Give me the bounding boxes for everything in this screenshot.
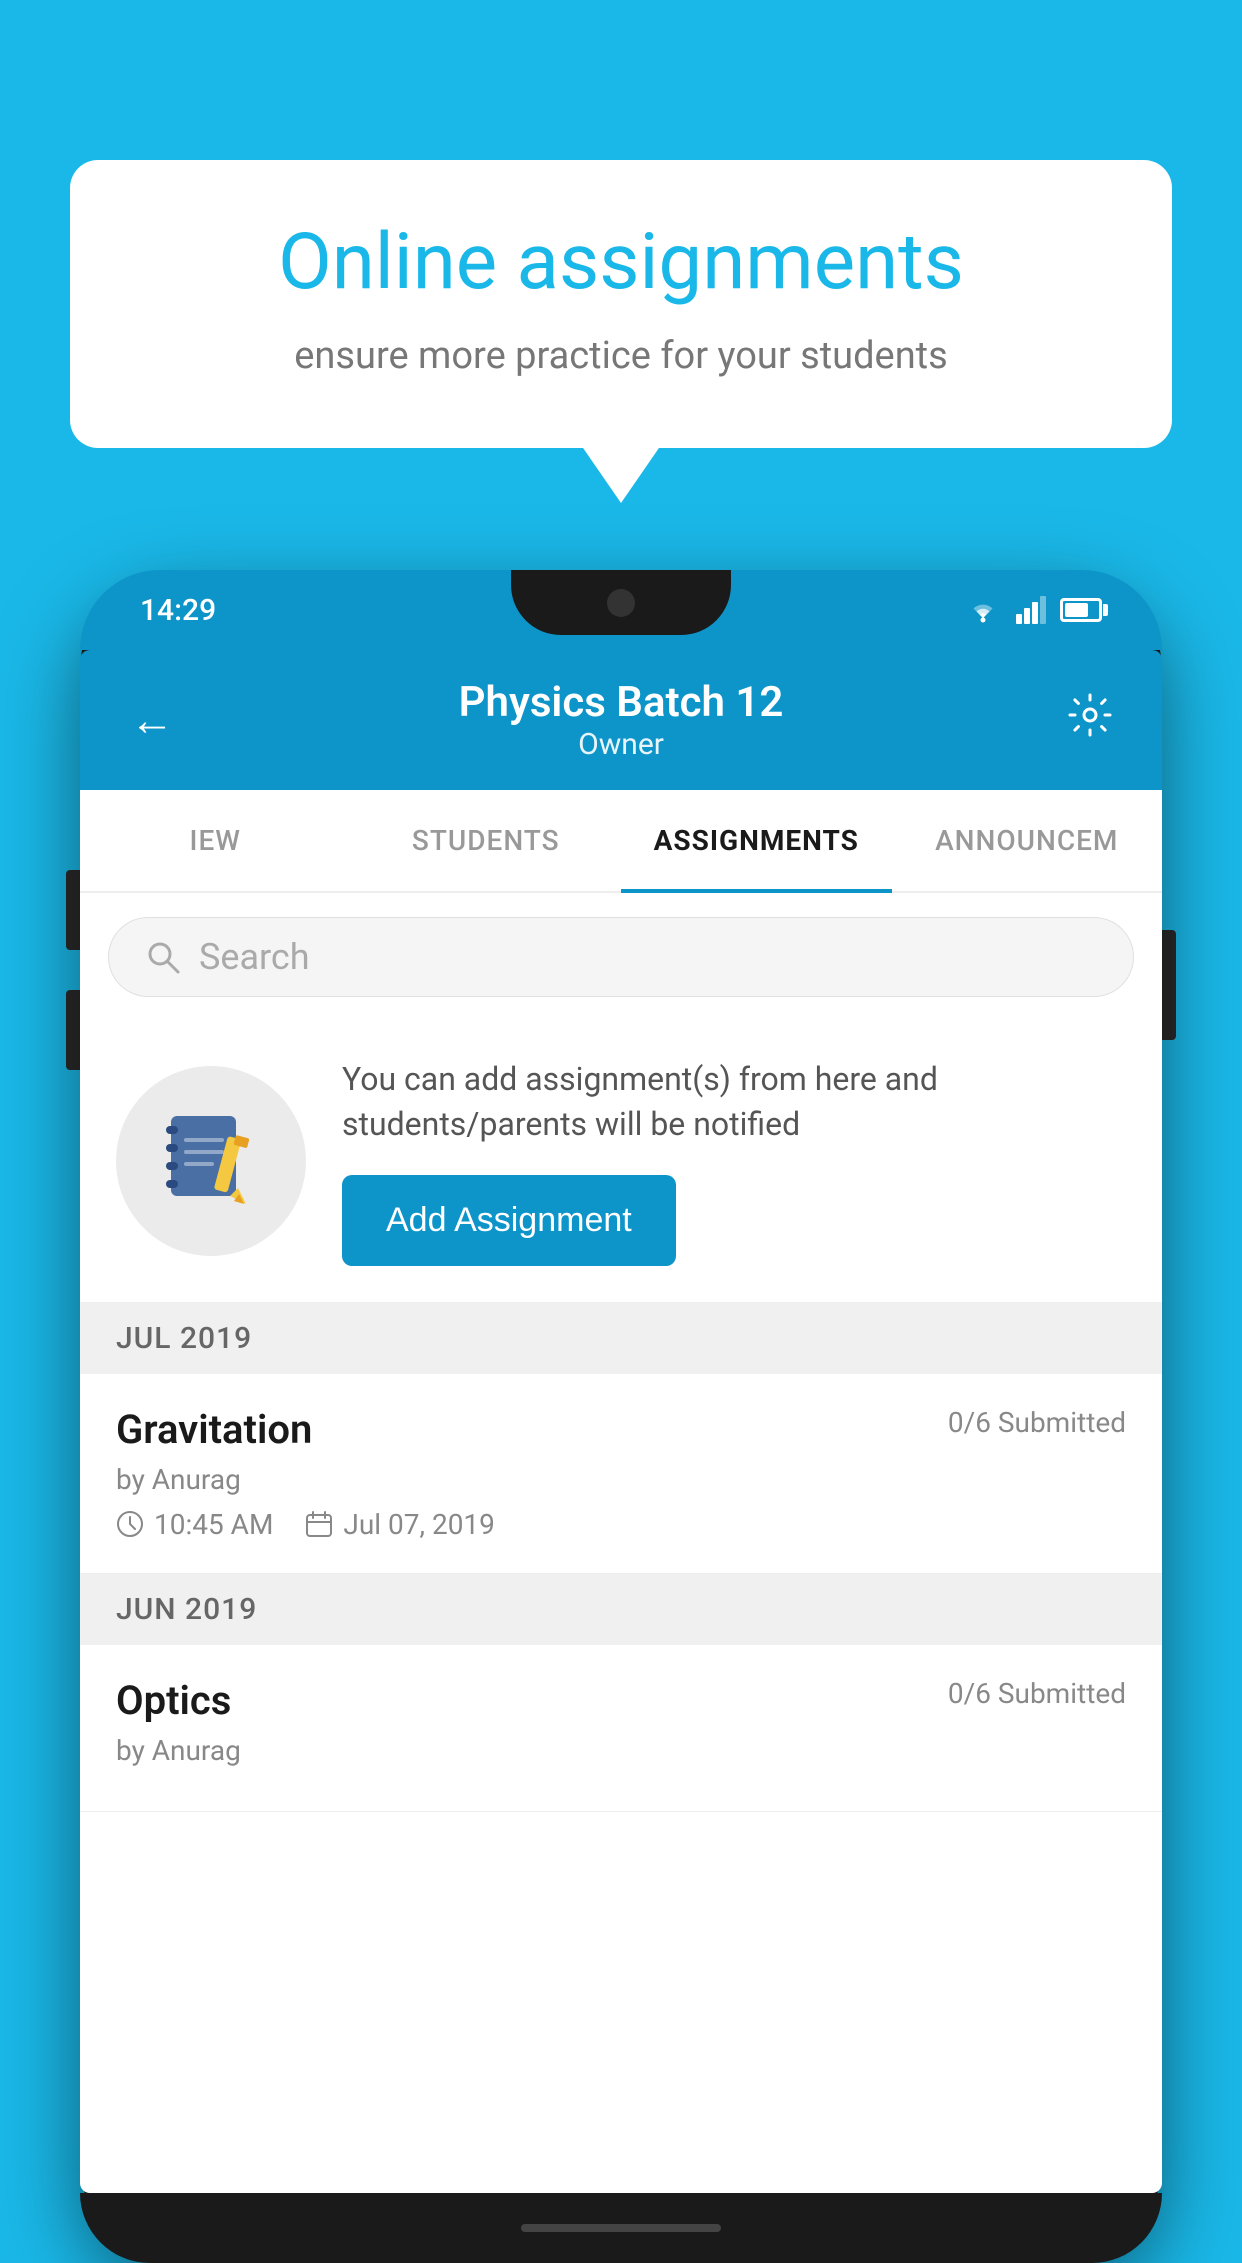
assignment-promo: You can add assignment(s) from here and … [80, 1021, 1162, 1303]
header-title: Physics Batch 12 [459, 678, 784, 727]
month-header-jun: JUN 2019 [80, 1574, 1162, 1645]
phone-screen: ← Physics Batch 12 Owner [80, 650, 1162, 2193]
header-subtitle: Owner [459, 727, 784, 762]
search-icon [145, 939, 181, 975]
search-bar[interactable]: Search [108, 917, 1134, 997]
assignment-date: Jul 07, 2019 [343, 1508, 495, 1541]
speech-bubble-container: Online assignments ensure more practice … [70, 160, 1172, 448]
power-button[interactable] [1162, 930, 1176, 1040]
tab-assignments[interactable]: ASSIGNMENTS [621, 790, 892, 891]
calendar-icon [305, 1510, 333, 1538]
assignment-item-optics-top: Optics 0/6 Submitted [116, 1677, 1126, 1724]
screen-content: Search [80, 893, 1162, 2193]
month-header-jul: JUL 2019 [80, 1303, 1162, 1374]
clock-icon [116, 1510, 144, 1538]
promo-text-section: You can add assignment(s) from here and … [342, 1057, 1126, 1266]
assignment-author: by Anurag [116, 1463, 1126, 1496]
battery-icon [1060, 598, 1102, 622]
promo-description: You can add assignment(s) from here and … [342, 1057, 1126, 1147]
volume-down-button[interactable] [66, 990, 80, 1070]
tab-students[interactable]: STUDENTS [351, 790, 622, 891]
notch [511, 570, 731, 635]
search-input-placeholder: Search [199, 936, 310, 978]
notebook-icon [156, 1106, 266, 1216]
optics-author: by Anurag [116, 1734, 1126, 1767]
phone-outer-wrap: 14:29 [80, 570, 1162, 2263]
assignment-submitted: 0/6 Submitted [948, 1406, 1126, 1439]
phone-outer: 14:29 [80, 570, 1162, 2263]
assignment-time: 10:45 AM [154, 1508, 273, 1541]
home-indicator [521, 2224, 721, 2232]
tab-announcements[interactable]: ANNOUNCEM [892, 790, 1163, 891]
app-header: ← Physics Batch 12 Owner [80, 650, 1162, 790]
assignment-item-gravitation[interactable]: Gravitation 0/6 Submitted by Anurag [80, 1374, 1162, 1574]
bubble-title: Online assignments [140, 220, 1102, 306]
optics-submitted: 0/6 Submitted [948, 1677, 1126, 1710]
assignment-name: Gravitation [116, 1406, 312, 1453]
detail-date: Jul 07, 2019 [305, 1508, 495, 1541]
status-bar: 14:29 [80, 570, 1162, 650]
add-assignment-button[interactable]: Add Assignment [342, 1175, 676, 1266]
phone-container: 14:29 [80, 570, 1162, 2263]
speech-bubble: Online assignments ensure more practice … [70, 160, 1172, 448]
status-time: 14:29 [140, 593, 216, 628]
assignment-item-optics[interactable]: Optics 0/6 Submitted by Anurag [80, 1645, 1162, 1812]
camera-dot [607, 589, 635, 617]
back-button[interactable]: ← [130, 694, 174, 746]
screen-wrapper: ← Physics Batch 12 Owner [80, 650, 1162, 2193]
optics-name: Optics [116, 1677, 231, 1724]
assignment-details: 10:45 AM Jul 07, 2019 [116, 1508, 1126, 1541]
wifi-icon [964, 596, 1002, 624]
volume-up-button[interactable] [66, 870, 80, 950]
detail-time: 10:45 AM [116, 1508, 273, 1541]
tab-iew[interactable]: IEW [80, 790, 351, 891]
promo-icon-circle [116, 1066, 306, 1256]
phone-bottom-area [80, 2193, 1162, 2263]
settings-button[interactable] [1068, 693, 1112, 748]
header-title-group: Physics Batch 12 Owner [459, 678, 784, 762]
assignment-item-top: Gravitation 0/6 Submitted [116, 1406, 1126, 1453]
search-bar-container: Search [80, 893, 1162, 1021]
bubble-subtitle: ensure more practice for your students [140, 334, 1102, 378]
signal-icon [1016, 596, 1046, 624]
status-icons [964, 596, 1102, 624]
tabs-bar: IEW STUDENTS ASSIGNMENTS ANNOUNCEM [80, 790, 1162, 893]
